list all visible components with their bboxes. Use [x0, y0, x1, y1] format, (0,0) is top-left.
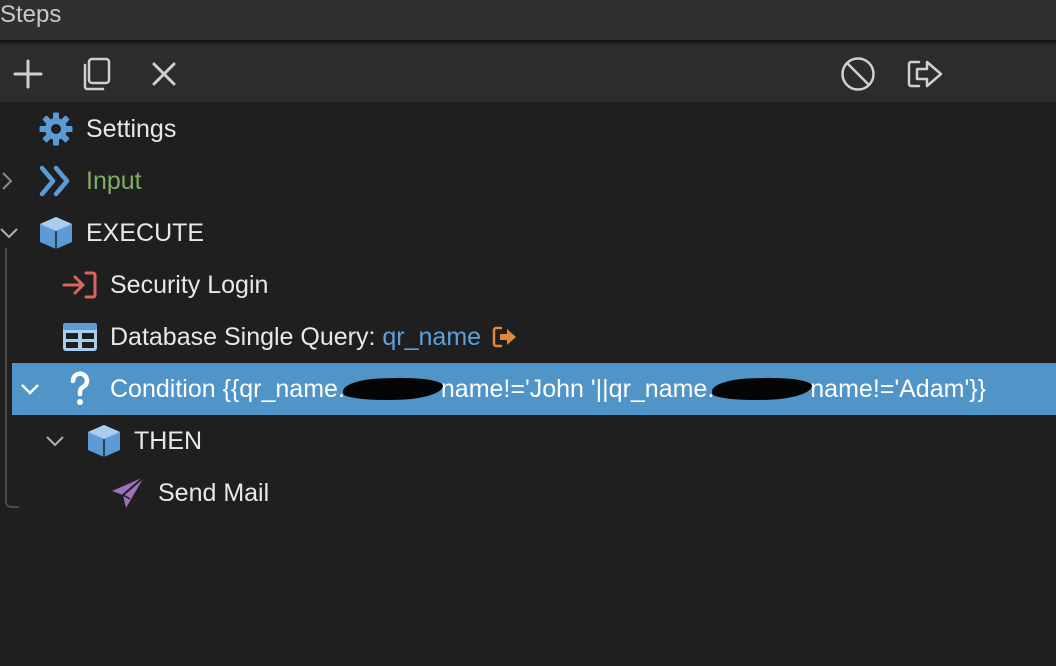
tree-item-input[interactable]: Input — [0, 155, 1056, 207]
tree-item-label: THEN — [134, 427, 203, 455]
cube-icon — [38, 215, 74, 251]
query-label: Database Single Query: — [110, 323, 383, 351]
tree-item-condition[interactable]: Condition {{qr_name. name!='John '||qr_na… — [12, 363, 1056, 415]
table-icon — [62, 319, 98, 355]
query-variable: qr_name — [382, 323, 482, 351]
chevron-down-icon[interactable] — [0, 222, 20, 244]
add-step-button[interactable] — [8, 54, 48, 94]
cube-icon — [86, 423, 122, 459]
tree-item-label: Security Login — [110, 271, 269, 299]
tree-item-send-mail[interactable]: Send Mail — [0, 467, 1056, 519]
tree-item-security-login[interactable]: Security Login — [0, 259, 1056, 311]
login-icon — [62, 267, 98, 303]
redaction-mark — [711, 376, 813, 402]
tree-item-label: Condition {{qr_name. name!='John '||qr_na… — [110, 363, 986, 415]
export-icon — [907, 60, 943, 88]
tree-item-label: Send Mail — [158, 479, 270, 507]
tree-item-execute[interactable]: EXECUTE — [0, 207, 1056, 259]
delete-step-button[interactable] — [144, 54, 184, 94]
output-icon — [490, 319, 520, 355]
chevron-down-icon[interactable] — [19, 378, 41, 400]
condition-part1: name!='John '||qr_name. — [440, 375, 715, 403]
copy-icon — [83, 57, 111, 91]
gear-icon — [38, 111, 74, 147]
tree-item-label: Settings — [86, 115, 177, 143]
export-step-button[interactable] — [905, 54, 945, 94]
tree-item-label: Database Single Query: qr_name — [110, 311, 481, 363]
tree-item-database-query[interactable]: Database Single Query: qr_name — [0, 311, 1056, 363]
question-icon — [62, 371, 98, 407]
chevron-down-icon[interactable] — [44, 430, 66, 452]
panel-title: Steps — [0, 1, 62, 28]
disable-step-button[interactable] — [838, 54, 878, 94]
copy-step-button[interactable] — [76, 54, 116, 94]
panel-header: Steps — [0, 0, 1056, 42]
tree-item-settings[interactable]: Settings — [0, 103, 1056, 155]
condition-part2: name!='Adam'}} — [810, 375, 986, 403]
condition-prefix: Condition {{qr_name. — [110, 375, 345, 403]
steps-tree: Settings Input EXECUTE Security Login Da… — [0, 102, 1056, 666]
tree-item-then[interactable]: THEN — [0, 415, 1056, 467]
tree-item-label: EXECUTE — [86, 219, 205, 247]
chevron-right-icon[interactable] — [0, 170, 18, 192]
redaction-mark — [342, 376, 444, 402]
paper-plane-icon — [110, 475, 146, 511]
toolbar — [0, 44, 1056, 102]
plus-icon — [13, 59, 43, 89]
double-chevron-icon — [38, 163, 74, 199]
tree-item-label: Input — [86, 167, 142, 195]
disable-icon — [841, 57, 875, 91]
close-icon — [152, 62, 176, 86]
